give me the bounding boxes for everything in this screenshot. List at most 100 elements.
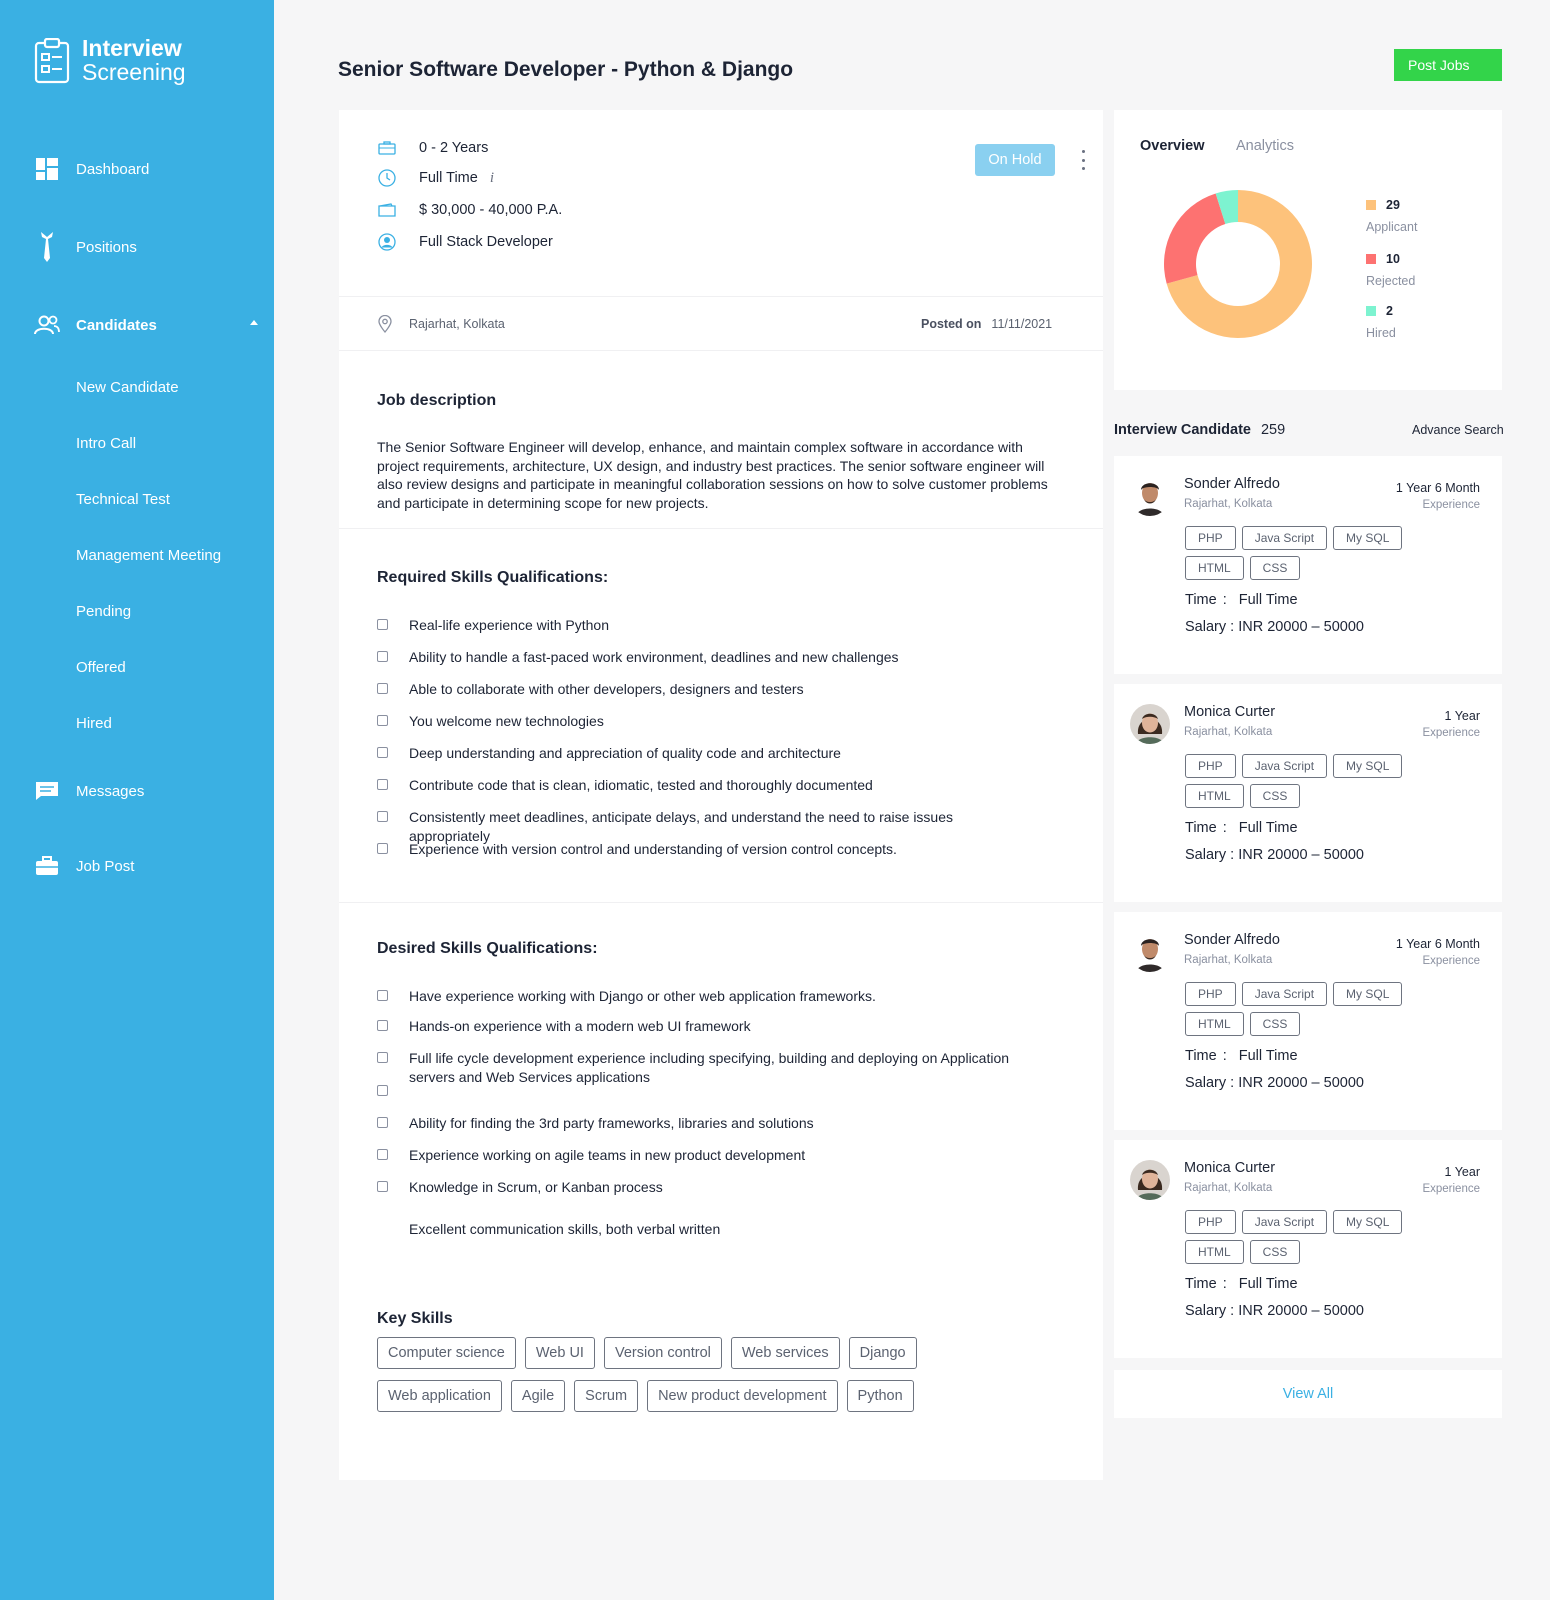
candidate-skill-tag: HTML [1185, 1240, 1244, 1264]
checkbox-icon[interactable] [377, 683, 388, 694]
nav-candidates[interactable]: Candidates [34, 312, 258, 338]
key-skill-tag[interactable]: Python [846, 1380, 914, 1412]
candidate-skill-tag: Java Script [1241, 754, 1328, 778]
job-type-value: Full Time [419, 170, 478, 186]
checkbox-icon[interactable] [377, 1020, 388, 1031]
checkbox-icon[interactable] [377, 1181, 388, 1192]
checkbox-icon[interactable] [377, 651, 388, 662]
checkbox-icon[interactable] [377, 779, 388, 790]
job-type: Full Time i [377, 168, 494, 188]
checkbox-icon[interactable] [377, 619, 388, 630]
required-skill-item-text: Deep understanding and appreciation of q… [409, 745, 841, 761]
required-skill-item[interactable]: Real-life experience with Python [377, 616, 1037, 635]
avatar[interactable] [1130, 476, 1170, 516]
desired-skill-item[interactable]: Hands-on experience with a modern web UI… [377, 1017, 1037, 1036]
checkbox-icon[interactable] [377, 1052, 388, 1063]
candidate-skill-tag: CSS [1249, 784, 1301, 808]
avatar[interactable] [1130, 1160, 1170, 1200]
required-skill-item[interactable]: Contribute code that is clean, idiomatic… [377, 776, 1037, 795]
checkbox-icon[interactable] [377, 811, 388, 822]
app-logo[interactable]: Interview Screening [34, 36, 186, 84]
tab-analytics[interactable]: Analytics [1236, 138, 1294, 154]
key-skill-tag[interactable]: Scrum [574, 1380, 639, 1412]
donut-slice-rejected[interactable] [1164, 193, 1226, 284]
checkbox-icon[interactable] [377, 1117, 388, 1128]
job-experience-value: 0 - 2 Years [419, 140, 489, 156]
legend-rejected: 10 Rejected [1366, 250, 1415, 288]
desired-skill-item[interactable]: Knowledge in Scrum, or Kanban process [377, 1178, 1037, 1197]
sub-management-meeting[interactable]: Management Meeting [76, 547, 221, 564]
job-role: Full Stack Developer [377, 232, 553, 252]
key-skill-tag[interactable]: Django [848, 1337, 917, 1369]
key-skill-tag[interactable]: Agile [510, 1380, 566, 1412]
required-skill-item[interactable]: Experience with version control and unde… [377, 840, 1037, 859]
nav-positions[interactable]: Positions [34, 232, 258, 262]
nav-messages[interactable]: Messages [34, 778, 258, 804]
candidate-card[interactable]: Monica Curter Rajarhat, Kolkata 1 Year Expe… [1114, 1140, 1502, 1358]
checkbox-icon[interactable] [377, 1149, 388, 1160]
job-salary-value: $ 30,000 - 40,000 P.A. [419, 202, 563, 218]
key-skill-tag[interactable]: Computer science [377, 1337, 516, 1369]
desired-skill-item[interactable]: Experience working on agile teams in new… [377, 1146, 1037, 1165]
sub-pending[interactable]: Pending [76, 603, 131, 620]
required-skill-item[interactable]: Ability to handle a fast-paced work envi… [377, 648, 1037, 667]
required-skill-item[interactable]: You welcome new technologies [377, 712, 1037, 731]
job-description-text: The Senior Software Engineer will develo… [377, 439, 1048, 511]
candidate-name[interactable]: Sonder Alfredo [1184, 476, 1280, 492]
checkbox-icon[interactable] [377, 747, 388, 758]
sub-technical-test[interactable]: Technical Test [76, 491, 170, 508]
interview-candidate-count: 259 [1260, 422, 1286, 438]
avatar[interactable] [1130, 704, 1170, 744]
desired-skill-item[interactable]: Have experience working with Django or o… [377, 987, 1037, 1006]
sub-new-candidate[interactable]: New Candidate [76, 379, 179, 396]
candidate-skill-tag: My SQL [1333, 526, 1403, 550]
nav-dashboard[interactable]: Dashboard [34, 156, 258, 182]
required-skill-item[interactable]: Able to collaborate with other developer… [377, 680, 1037, 699]
key-skill-tag[interactable]: Web services [730, 1337, 840, 1369]
candidate-name[interactable]: Sonder Alfredo [1184, 932, 1280, 948]
legend-hired: 2 Hired [1366, 302, 1396, 340]
required-skill-item[interactable]: Deep understanding and appreciation of q… [377, 744, 1037, 763]
briefcase-icon [377, 138, 397, 158]
candidate-skill-tag: HTML [1185, 1012, 1244, 1036]
legend-applicant: 29 Applicant [1366, 196, 1417, 234]
avatar[interactable] [1130, 932, 1170, 972]
tab-overview[interactable]: Overview [1140, 138, 1205, 154]
key-skill-tag[interactable]: Web application [377, 1380, 502, 1412]
more-options-icon[interactable] [1079, 150, 1087, 170]
candidate-skills: PHP Java Script My SQL HTML CSS [1185, 526, 1425, 586]
candidate-card[interactable]: Monica Curter Rajarhat, Kolkata 1 Year Expe… [1114, 684, 1502, 902]
caret-up-icon[interactable] [250, 320, 258, 325]
post-jobs-button[interactable]: Post Jobs [1394, 49, 1502, 81]
checkbox-icon[interactable] [377, 715, 388, 726]
key-skill-tag[interactable]: New product development [647, 1380, 838, 1412]
desired-skill-item[interactable]: Full life cycle development experience i… [377, 1049, 1037, 1086]
sub-hired[interactable]: Hired [76, 715, 112, 732]
checkbox-icon[interactable] [377, 990, 388, 1001]
message-icon [34, 778, 60, 804]
time-value: Full Time [1238, 1048, 1298, 1064]
status-badge[interactable]: On Hold [975, 144, 1055, 176]
checkbox-icon[interactable] [377, 1085, 388, 1096]
info-icon[interactable]: i [490, 170, 494, 187]
job-detail-card: 0 - 2 Years Full Time i $ 30,000 - 40,00… [339, 110, 1103, 1480]
candidate-name[interactable]: Monica Curter [1184, 1160, 1275, 1176]
legend-applicant-label: Applicant [1366, 220, 1418, 234]
sub-intro-call[interactable]: Intro Call [76, 435, 136, 452]
sub-offered[interactable]: Offered [76, 659, 126, 676]
checkbox-icon[interactable] [377, 843, 388, 854]
candidate-experience: 1 Year 6 Month [1395, 937, 1480, 951]
legend-hired-swatch [1366, 305, 1376, 316]
key-skill-tag[interactable]: Web UI [524, 1337, 595, 1369]
candidate-name[interactable]: Monica Curter [1184, 704, 1275, 720]
advance-search-link[interactable]: Advance Search [1412, 423, 1504, 437]
key-skill-tag[interactable]: Version control [603, 1337, 722, 1369]
key-skills-title: Key Skills [377, 1310, 453, 1327]
candidate-card[interactable]: Sonder Alfredo Rajarhat, Kolkata 1 Year 6 … [1114, 912, 1502, 1130]
time-colon: : [1222, 592, 1227, 608]
sidebar: Interview Screening Dashboard Positions … [0, 0, 274, 1600]
nav-job-post[interactable]: Job Post [34, 853, 258, 879]
desired-skill-item[interactable]: Ability for finding the 3rd party framew… [377, 1114, 1037, 1133]
candidate-card[interactable]: Sonder Alfredo Rajarhat, Kolkata 1 Year 6 … [1114, 456, 1502, 674]
view-all-link[interactable]: View All [1114, 1370, 1502, 1418]
